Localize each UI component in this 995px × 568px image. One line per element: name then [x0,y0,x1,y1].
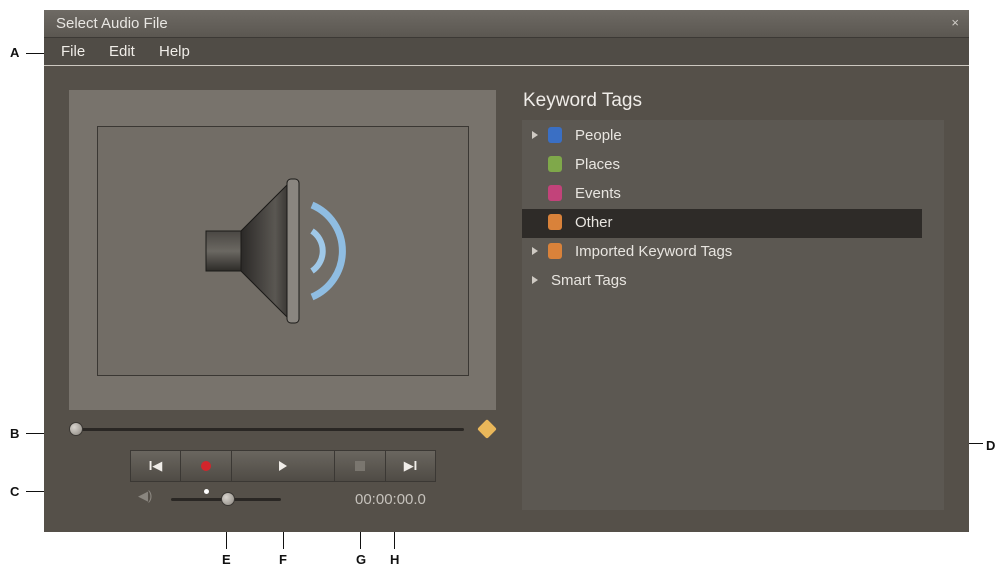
places-tag-icon [548,156,562,172]
expand-arrow-icon[interactable] [532,131,538,139]
stop-button[interactable] [334,450,386,482]
callout-c: C [10,484,20,499]
callout-a: A [10,45,20,60]
select-audio-file-dialog: Select Audio File × File Edit Help Keywo… [44,10,969,532]
previous-button[interactable]: I◀ [130,450,181,482]
close-button[interactable]: × [951,15,959,30]
dialog-title: Select Audio File [56,15,168,32]
title-bar[interactable]: Select Audio File × [44,10,969,38]
keyword-label: Places [575,156,621,173]
callout-c-anchor [204,489,209,494]
play-icon [279,461,287,471]
keyword-label: Other [575,214,613,231]
keyword-item-places[interactable]: Places [522,151,922,180]
play-button[interactable] [231,450,335,482]
next-button[interactable]: ▶I [385,450,436,482]
preview-frame [97,126,469,376]
next-icon: ▶I [403,458,418,473]
people-tag-icon [548,127,562,143]
other-tag-icon [548,214,562,230]
keyword-item-events[interactable]: Events [522,180,922,209]
playback-scrubber-thumb[interactable] [69,422,83,436]
callout-e: E [222,552,231,567]
callout-f: F [279,552,287,567]
keyword-label: Events [575,185,621,202]
keyword-label: People [575,127,622,144]
keyword-item-imported[interactable]: Imported Keyword Tags [522,238,922,267]
menu-bar: File Edit Help [44,38,969,66]
expand-arrow-icon[interactable] [532,276,538,284]
callout-g: G [356,552,367,567]
imported-tag-icon [548,243,562,259]
volume-icon[interactable]: ◀) [138,488,152,503]
transport-controls: I◀ ▶I [130,450,436,482]
record-button[interactable] [180,450,232,482]
keyword-tags-panel: People Places Events Other Imported Keyw… [522,120,944,510]
timecode-display: 00:00:00.0 [355,491,426,508]
previous-icon: I◀ [148,458,163,473]
menu-file[interactable]: File [61,43,85,60]
keyword-label: Smart Tags [551,272,627,289]
stop-icon [355,461,365,471]
tag-icon[interactable] [477,419,497,439]
keyword-item-smart-tags[interactable]: Smart Tags [522,267,922,296]
playback-scrubber-track[interactable] [74,428,464,431]
audio-preview-area [69,90,496,410]
events-tag-icon [548,185,562,201]
volume-slider-thumb[interactable] [221,492,235,506]
keyword-item-people[interactable]: People [522,122,922,151]
menu-edit[interactable]: Edit [109,43,135,60]
callout-b: B [10,426,20,441]
keyword-label: Imported Keyword Tags [575,243,733,260]
record-icon [201,461,211,471]
keyword-tags-title: Keyword Tags [523,90,642,111]
expand-arrow-icon[interactable] [532,247,538,255]
callout-d: D [986,438,995,453]
keyword-item-other[interactable]: Other [522,209,922,238]
callout-h: H [390,552,400,567]
speaker-icon [205,178,346,324]
menu-help[interactable]: Help [159,43,190,60]
